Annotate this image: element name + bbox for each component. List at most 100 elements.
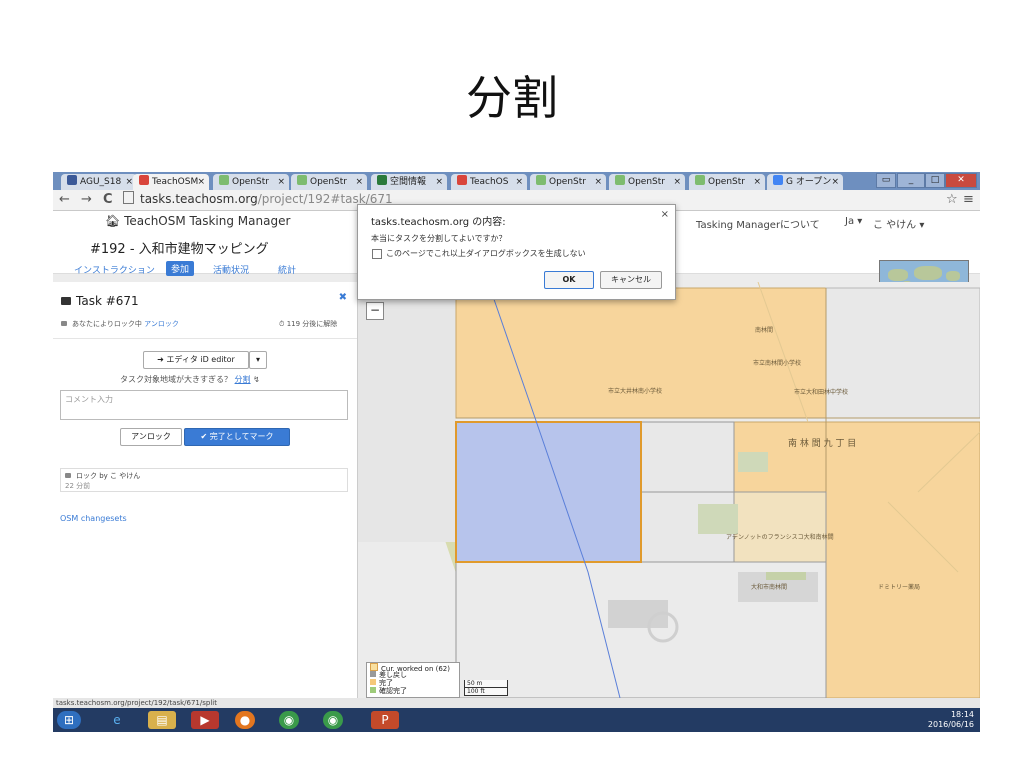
browser-tab[interactable]: TeachOSM × (133, 174, 209, 190)
browser-tab[interactable]: OpenStr × (530, 174, 606, 190)
scale-metric: 50 m (464, 680, 508, 688)
close-task-icon[interactable]: ✖ (339, 292, 347, 303)
tab-instructions[interactable]: インストラクション (74, 263, 155, 276)
media-icon[interactable]: ▶ (191, 711, 219, 729)
suppress-dialogs-label: このページでこれ以上ダイアログボックスを生成しない (386, 249, 586, 258)
dialog-message: 本当にタスクを分割してよいですか？ (371, 234, 507, 243)
tab-label: TeachOSM (152, 177, 199, 187)
osm-changesets-link[interactable]: OSM changesets (60, 514, 127, 523)
tab-close-icon[interactable]: × (515, 174, 523, 190)
slide-title: 分割 (466, 71, 558, 125)
home-icon: 🏠︎ (105, 214, 121, 228)
lock-icon (61, 297, 71, 305)
tab-close-icon[interactable]: × (753, 174, 761, 190)
cancel-button[interactable]: キャンセル (600, 271, 662, 289)
park (698, 504, 738, 534)
chrome-icon-2[interactable]: ◉ (323, 711, 343, 729)
window-minimize-button[interactable]: _ (897, 173, 925, 188)
lock-icon-small (61, 321, 67, 326)
lock-status: あなたによりロック中 アンロック (61, 319, 179, 329)
unlock-button[interactable]: アンロック (120, 428, 182, 446)
legend-item: Cur. worked on (62) (367, 663, 459, 673)
scale-imperial: 100 ft (464, 688, 508, 696)
park (766, 572, 806, 580)
language-menu[interactable]: Ja ▾ (845, 216, 862, 227)
task-title: Task #671 (61, 294, 139, 308)
task-square (825, 287, 980, 419)
start-button[interactable]: ⊞ (57, 711, 81, 729)
window-restore-button[interactable]: ▭ (876, 173, 896, 188)
dialog-close-icon[interactable]: × (661, 209, 669, 220)
tab-label: OpenStr (708, 177, 745, 187)
split-link[interactable]: 分割 (235, 375, 251, 384)
firefox-icon[interactable]: ● (235, 711, 255, 729)
browser-status-bar: tasks.teachosm.org/project/192/task/671/… (53, 698, 980, 708)
comment-input[interactable]: コメント入力 (60, 390, 348, 420)
legend-label: 差し戻し (379, 671, 407, 679)
ok-button[interactable]: OK (544, 271, 594, 289)
lock-icon-history (65, 473, 71, 478)
clock-date: 2016/06/16 (927, 720, 974, 729)
powerpoint-icon[interactable]: P (371, 711, 399, 729)
tab-stats[interactable]: 統計 (278, 263, 296, 276)
legend-swatch (370, 663, 378, 671)
tab-close-icon[interactable]: × (594, 174, 602, 190)
zoom-out-button[interactable]: − (366, 302, 384, 320)
unlock-link[interactable]: アンロック (144, 320, 179, 328)
about-link[interactable]: Tasking Managerについて (696, 216, 820, 231)
browser-tab[interactable]: 空間情報 × (371, 174, 447, 190)
forward-icon[interactable]: → (81, 192, 92, 208)
reload-icon[interactable]: C (103, 192, 113, 208)
tab-close-icon[interactable]: × (277, 174, 285, 190)
tab-favicon-icon (695, 175, 705, 185)
tab-label: OpenStr (628, 177, 665, 187)
star-icon[interactable]: ☆ (946, 192, 958, 208)
tab-close-icon[interactable]: × (197, 174, 205, 190)
tab-label: AGU_S18 (80, 177, 122, 187)
tab-contribute[interactable]: 参加 (166, 261, 195, 276)
tab-favicon-icon (773, 175, 783, 185)
chrome-icon[interactable]: ◉ (279, 711, 299, 729)
map-label: 大和市南林間 (751, 584, 788, 591)
browser-tab[interactable]: OpenStr × (609, 174, 685, 190)
brand[interactable]: 🏠︎ TeachOSM Tasking Manager (105, 214, 290, 228)
explorer-icon[interactable]: ▤ (148, 711, 176, 729)
task-title-text: Task #671 (76, 294, 139, 308)
editor-button[interactable]: ➜ エディタ iD editor (143, 351, 249, 369)
tab-label: 空間情報 (390, 177, 427, 187)
browser-tab[interactable]: G オープン × (767, 174, 843, 190)
tab-favicon-icon (67, 175, 77, 185)
ie-icon[interactable]: e (103, 711, 131, 729)
tab-label: TeachOS (470, 177, 509, 187)
tab-favicon-icon (615, 175, 625, 185)
history-item: ロック by こ やけん 22 分前 (60, 468, 348, 492)
tab-close-icon[interactable]: × (355, 174, 363, 190)
back-icon[interactable]: ← (59, 192, 70, 208)
browser-tab[interactable]: TeachOS × (451, 174, 527, 190)
map-label: 南林間 (755, 327, 774, 334)
windows-taskbar: ⊞ e ▤ ▶ ● ◉ ◉ P 18:14 2016/06/16 (53, 708, 980, 732)
window-close-button[interactable]: ✕ (945, 173, 977, 188)
map-label: 市立南林間小学校 (753, 360, 802, 367)
project-title: #192 - 入和市建物マッピング (90, 242, 269, 257)
suppress-dialogs-checkbox[interactable] (372, 249, 382, 259)
browser-screenshot: AGU_S18 × TeachOSM × OpenStr × OpenStr × 空間情報 × Te… (53, 172, 980, 732)
user-menu[interactable]: こ やけん ▾ (873, 216, 924, 231)
tab-close-icon[interactable]: × (125, 174, 133, 190)
window-maximize-button[interactable]: □ (925, 173, 945, 188)
menu-icon[interactable]: ≡ (963, 192, 974, 208)
tab-close-icon[interactable]: × (831, 174, 839, 190)
browser-tab[interactable]: AGU_S18 × (61, 174, 137, 190)
task-map[interactable]: − 市立大井林南小学校 市立大和田林中学校 市立南林間小学校南 林 間 九 丁 目大… (358, 282, 980, 698)
tab-activity[interactable]: 活動状況 (213, 263, 249, 276)
mark-done-button[interactable]: ✔ 完了としてマーク (184, 428, 290, 446)
divider (53, 338, 357, 339)
browser-tab[interactable]: OpenStr × (291, 174, 367, 190)
browser-tab[interactable]: OpenStr × (213, 174, 289, 190)
tab-favicon-icon (219, 175, 229, 185)
tab-close-icon[interactable]: × (673, 174, 681, 190)
brand-label: TeachOSM Tasking Manager (124, 214, 291, 228)
tab-close-icon[interactable]: × (435, 174, 443, 190)
browser-tab[interactable]: OpenStr × (689, 174, 765, 190)
editor-dropdown-button[interactable]: ▾ (249, 351, 267, 369)
